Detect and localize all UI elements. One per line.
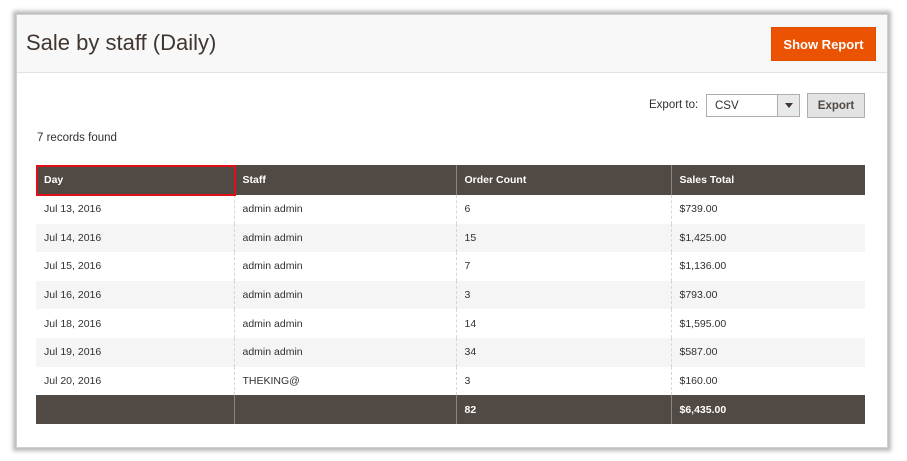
total-staff: [233, 395, 456, 425]
table-row: Jul 16, 2016 admin admin 3 $793.00: [36, 280, 865, 310]
cell-day: Jul 13, 2016: [36, 195, 234, 224]
cell-order-count: 14: [455, 309, 671, 338]
cell-sales-total: $1,136.00: [670, 252, 865, 281]
cell-sales-total: $160.00: [670, 366, 865, 396]
cell-order-count: 3: [455, 366, 671, 396]
totals-row: 82 $6,435.00: [36, 395, 865, 425]
page-title: Sale by staff (Daily): [26, 30, 217, 55]
total-sales: $6,435.00: [670, 395, 865, 425]
table-row: Jul 20, 2016 THEKING@ 3 $160.00: [36, 366, 865, 396]
column-header-sales-total[interactable]: Sales Total: [670, 165, 865, 195]
cell-sales-total: $587.00: [670, 337, 865, 367]
cell-day: Jul 18, 2016: [36, 309, 234, 338]
cell-day: Jul 20, 2016: [36, 366, 234, 396]
column-header-staff[interactable]: Staff: [233, 165, 456, 195]
cell-staff: admin admin: [233, 280, 456, 310]
chevron-down-icon[interactable]: [777, 95, 799, 116]
total-day: [36, 395, 234, 425]
table-row: Jul 19, 2016 admin admin 34 $587.00: [36, 337, 865, 367]
sales-grid: Day Staff Order Count Sales Total Jul 13…: [36, 165, 865, 425]
export-format-value: CSV: [715, 100, 739, 112]
column-header-order-count[interactable]: Order Count: [455, 165, 671, 195]
total-order-count: 82: [455, 395, 671, 425]
cell-order-count: 15: [455, 223, 671, 253]
export-button[interactable]: Export: [807, 93, 865, 118]
cell-sales-total: $1,595.00: [670, 309, 865, 338]
export-to-label: Export to:: [649, 99, 699, 111]
cell-order-count: 3: [455, 280, 671, 310]
cell-staff: THEKING@: [233, 366, 456, 396]
table-row: Jul 13, 2016 admin admin 6 $739.00: [36, 195, 865, 224]
export-format-select[interactable]: CSV: [706, 94, 800, 117]
cell-staff: admin admin: [233, 309, 456, 338]
cell-staff: admin admin: [233, 223, 456, 253]
cell-order-count: 34: [455, 337, 671, 367]
grid-header-row: Day Staff Order Count Sales Total: [36, 165, 865, 195]
table-row: Jul 15, 2016 admin admin 7 $1,136.00: [36, 252, 865, 281]
cell-sales-total: $739.00: [670, 195, 865, 224]
cell-day: Jul 19, 2016: [36, 337, 234, 367]
table-row: Jul 14, 2016 admin admin 15 $1,425.00: [36, 223, 865, 253]
show-report-button[interactable]: Show Report: [771, 27, 876, 61]
cell-day: Jul 14, 2016: [36, 223, 234, 253]
cell-staff: admin admin: [233, 337, 456, 367]
cell-staff: admin admin: [233, 195, 456, 224]
table-row: Jul 18, 2016 admin admin 14 $1,595.00: [36, 309, 865, 338]
cell-order-count: 7: [455, 252, 671, 281]
records-count: 7 records found: [37, 132, 117, 144]
cell-order-count: 6: [455, 195, 671, 224]
cell-sales-total: $793.00: [670, 280, 865, 310]
cell-day: Jul 15, 2016: [36, 252, 234, 281]
report-panel: Sale by staff (Daily) Show Report Export…: [16, 14, 888, 448]
cell-staff: admin admin: [233, 252, 456, 281]
cell-sales-total: $1,425.00: [670, 223, 865, 253]
cell-day: Jul 16, 2016: [36, 280, 234, 310]
page-header: Sale by staff (Daily) Show Report: [17, 15, 887, 73]
column-header-day[interactable]: Day: [36, 165, 234, 195]
